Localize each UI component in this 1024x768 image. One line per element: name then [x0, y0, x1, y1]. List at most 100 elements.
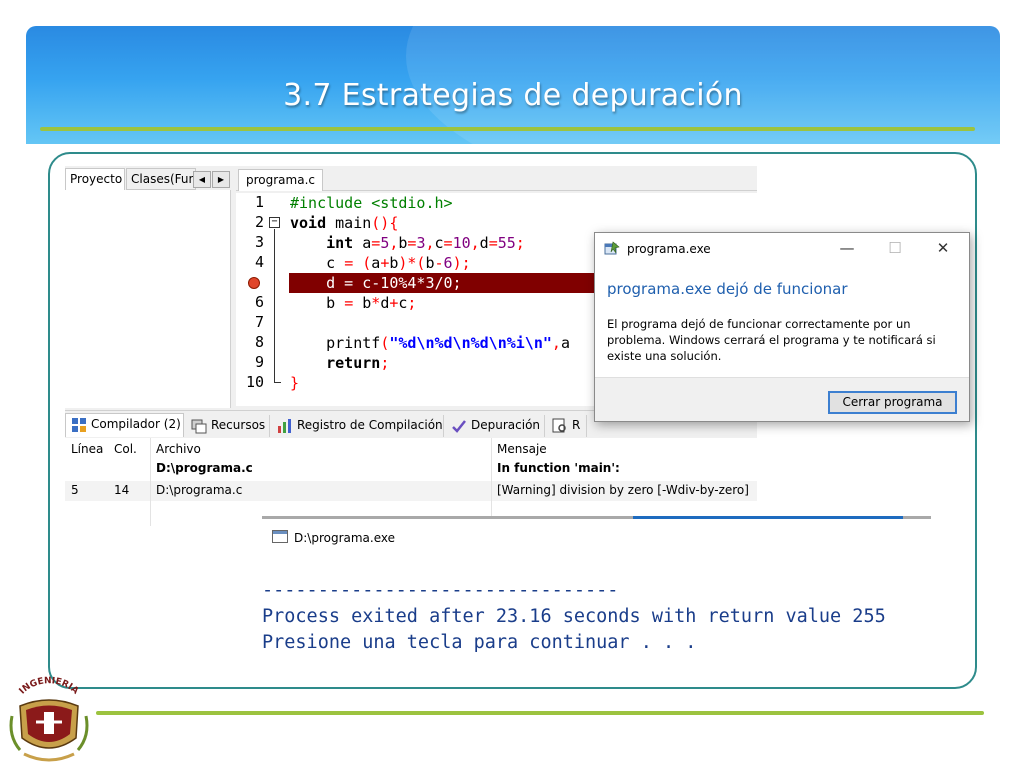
- tab-clases[interactable]: Clases(Fun: [126, 168, 196, 190]
- code-token: a: [560, 334, 570, 352]
- code-token: void: [290, 214, 327, 232]
- code-token: b: [425, 254, 435, 272]
- console-window-icon: [272, 530, 288, 543]
- project-panel-tabs: Proyecto Clases(Fun ◀ ▶: [65, 168, 233, 192]
- line-number: 2: [254, 213, 264, 231]
- dialog-heading: programa.exe dejó de funcionar: [607, 280, 848, 298]
- grid-cell-message[interactable]: In function 'main':: [497, 461, 620, 475]
- console-window: D:\programa.exe ------------------------…: [262, 516, 931, 666]
- console-line: --------------------------------: [262, 580, 619, 601]
- code-token: ,: [425, 234, 435, 252]
- fold-collapse-icon[interactable]: −: [269, 217, 280, 228]
- code-token: );: [452, 254, 471, 272]
- dialog-footer: Cerrar programa: [595, 377, 969, 421]
- dialog-title: programa.exe: [627, 242, 711, 256]
- code-line[interactable]: #include <stdio.h>: [289, 193, 757, 213]
- code-token: #include <stdio.h>: [290, 194, 453, 212]
- compile-log-icon: [278, 419, 291, 433]
- tab-programa-c[interactable]: programa.c: [238, 169, 323, 191]
- code-token: 10: [452, 234, 471, 252]
- code-token: 6: [443, 254, 453, 272]
- slide-title: 3.7 Estrategias de depuración: [283, 78, 743, 113]
- code-token: =: [344, 254, 354, 272]
- code-token: c: [290, 254, 345, 272]
- code-token: ;: [407, 294, 417, 312]
- code-token: b: [290, 294, 345, 312]
- code-token: ,: [551, 334, 561, 352]
- line-number: 6: [254, 293, 264, 311]
- code-token: 55: [497, 234, 516, 252]
- tab-scroll-right-icon[interactable]: ▶: [212, 171, 230, 188]
- grid-cell-file[interactable]: D:\programa.c: [156, 483, 242, 497]
- grid-cell-col[interactable]: 14: [114, 483, 129, 497]
- tab-proyecto[interactable]: Proyecto: [65, 168, 125, 192]
- project-tree[interactable]: [65, 190, 231, 408]
- code-token: =: [443, 234, 453, 252]
- debug-icon: [452, 420, 466, 433]
- tab-resultados[interactable]: R: [547, 415, 587, 437]
- grid-header-col[interactable]: Col.: [114, 442, 137, 456]
- grid-header-archivo[interactable]: Archivo: [156, 442, 201, 456]
- fold-end: [274, 382, 281, 383]
- line-number: 9: [254, 353, 264, 371]
- code-token: =: [488, 234, 498, 252]
- code-token: +: [380, 254, 390, 272]
- tab-label: R: [572, 418, 581, 432]
- code-line[interactable]: void main(){: [289, 213, 757, 233]
- svg-text:INGENIERIA: INGENIERIA: [18, 676, 81, 696]
- close-icon[interactable]: ✕: [928, 237, 958, 259]
- tab-registro-compilacion[interactable]: Registro de Compilación: [272, 415, 444, 437]
- code-token: d = c-10%4*3/0;: [290, 274, 462, 292]
- code-token: =: [371, 234, 381, 252]
- console-titlebar[interactable]: D:\programa.exe: [262, 520, 931, 554]
- console-line: Process exited after 23.16 seconds with …: [262, 606, 886, 627]
- line-number: 7: [254, 313, 264, 331]
- code-token: (){: [371, 214, 399, 232]
- close-program-button[interactable]: Cerrar programa: [828, 391, 957, 414]
- editor-tabbar: programa.c: [236, 166, 757, 191]
- line-number: 10: [245, 373, 264, 391]
- grid-header-mensaje[interactable]: Mensaje: [497, 442, 547, 456]
- tab-recursos[interactable]: Recursos: [186, 415, 270, 437]
- tab-label: Registro de Compilación: [297, 418, 443, 432]
- tab-depuracion[interactable]: Depuración: [446, 415, 545, 437]
- code-token: *: [371, 294, 381, 312]
- top-divider: [40, 127, 975, 131]
- code-token: -: [434, 254, 444, 272]
- code-token: ;: [515, 234, 525, 252]
- line-number: 8: [254, 333, 264, 351]
- resources-icon: [191, 419, 207, 434]
- code-token: a: [371, 254, 381, 272]
- grid-cell-file[interactable]: D:\programa.c: [156, 461, 253, 475]
- bottom-divider: [96, 711, 984, 715]
- console-accent-bar: [633, 516, 903, 519]
- tab-compilador[interactable]: Compilador (2): [65, 413, 184, 437]
- error-dialog: programa.exe — ☐ ✕ programa.exe dejó de …: [594, 232, 970, 422]
- dialog-titlebar[interactable]: programa.exe — ☐ ✕: [595, 233, 969, 265]
- dialog-message: El programa dejó de funcionar correctame…: [607, 317, 936, 363]
- grid-header-linea[interactable]: Línea: [71, 442, 103, 456]
- compiler-icon: [72, 418, 86, 432]
- fold-guide: [274, 229, 275, 383]
- breakpoint-icon[interactable]: [248, 277, 260, 289]
- code-token: }: [290, 374, 300, 392]
- code-token: printf: [290, 334, 381, 352]
- grid-cell-line[interactable]: 5: [71, 483, 79, 497]
- code-token: d: [479, 234, 489, 252]
- code-token: (: [380, 334, 390, 352]
- code-token: d: [380, 294, 390, 312]
- code-token: c: [434, 234, 444, 252]
- code-token: ,: [470, 234, 480, 252]
- application-icon: [604, 241, 620, 255]
- code-token: int: [326, 234, 354, 252]
- tab-scroll-left-icon[interactable]: ◀: [193, 171, 211, 188]
- line-number: 4: [254, 253, 264, 271]
- code-token: )*(: [398, 254, 426, 272]
- tab-label: Compilador (2): [91, 417, 181, 431]
- grid-cell-message[interactable]: [Warning] division by zero [-Wdiv-by-zer…: [497, 483, 749, 497]
- console-line: Presione una tecla para continuar . . .: [262, 632, 697, 653]
- grid-col-separator: [491, 438, 492, 526]
- minimize-icon[interactable]: —: [832, 237, 862, 259]
